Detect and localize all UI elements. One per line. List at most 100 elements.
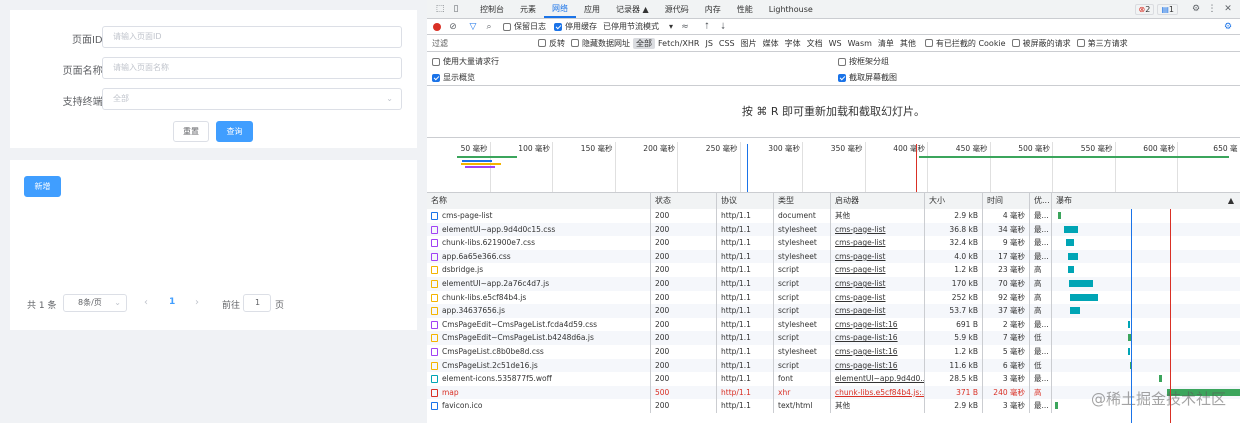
cell-initiator[interactable]: 其他 [831,209,925,223]
page-size-select[interactable]: 8条/页 ⌄ [63,294,127,312]
cell-status: 200 [651,399,717,413]
cell-initiator[interactable]: cms-page-list [831,263,925,277]
blocked-requests-checkbox[interactable]: 被屏蔽的请求 [1011,38,1071,49]
tab-console[interactable]: 控制台 [472,4,512,15]
throttle-select[interactable]: 已停用节流模式 ▾ [603,21,673,32]
device-toolbar-icon[interactable]: ▯ [448,4,464,14]
table-row[interactable]: elementUI~app.2a76c4d7.js 200 http/1.1 scri… [427,277,1240,291]
table-row[interactable]: dsbridge.js 200 http/1.1 script cms-page-lis… [427,263,1240,277]
type-filter-img[interactable]: 图片 [738,38,760,49]
blocked-cookies-checkbox[interactable]: 有已拦截的 Cookie [924,38,1006,49]
group-by-frame-checkbox[interactable]: 按框架分组 [838,56,889,67]
type-filter-manifest[interactable]: 清单 [875,38,897,49]
tab-network[interactable]: 网络 [544,0,576,18]
close-icon[interactable]: ✕ [1220,4,1236,14]
terminal-select[interactable]: 全部 ⌄ [102,88,402,110]
hide-data-urls-checkbox[interactable]: 隐藏数据网址 [571,38,630,49]
record-icon[interactable] [433,22,441,31]
message-count-badge[interactable]: ▤1 [1157,3,1178,15]
col-waterfall[interactable]: 瀑布 ▲ [1052,193,1240,209]
cell-initiator[interactable]: cms-page-list:16 [831,317,925,332]
add-button[interactable]: 新增 [24,176,61,197]
cell-initiator[interactable]: cms-page-list [831,222,925,237]
tab-recorder[interactable]: 记录器 ▲ [608,4,657,15]
waterfall-bar [1128,320,1130,328]
col-type[interactable]: 类型 [774,193,831,209]
type-filter-doc[interactable]: 文档 [804,38,826,49]
tab-sources[interactable]: 源代码 [657,4,697,15]
search-icon[interactable]: ⌕ [481,22,497,32]
table-row[interactable]: CmsPageEdit~CmsPageList.fcda4d59.css 200 h… [427,317,1240,332]
cell-initiator[interactable]: elementUI~app.9d4d0... [831,372,925,386]
cell-initiator[interactable]: cms-page-list [831,277,925,291]
page-id-input[interactable]: 请输入页面ID [102,26,402,48]
col-status[interactable]: 状态 [651,193,717,209]
type-filter-all[interactable]: 全部 [633,37,655,49]
next-page-icon[interactable]: › [195,297,199,308]
col-size[interactable]: 大小 [925,193,983,209]
tab-performance[interactable]: 性能 [729,4,761,15]
type-filter-js[interactable]: JS [702,39,715,48]
gear-icon[interactable]: ⚙ [1188,4,1204,14]
table-row[interactable]: CmsPageList.2c51de16.js 200 http/1.1 script… [427,358,1240,373]
big-rows-checkbox[interactable]: 使用大量请求行 [432,56,499,67]
network-conditions-icon[interactable]: ≈ [677,22,693,32]
cell-initiator[interactable]: cms-page-list [831,236,925,250]
goto-input[interactable]: 1 [243,294,271,312]
import-icon[interactable]: ⭡ [699,22,715,32]
type-filter-other[interactable]: 其他 [897,38,919,49]
table-row[interactable]: cms-page-list 200 http/1.1 document 其他 2.9 kB… [427,209,1240,223]
table-row[interactable]: CmsPageEdit~CmsPageList.b4248d6a.js 200 ht… [427,331,1240,345]
current-page[interactable]: 1 [169,297,175,307]
overview-checkbox[interactable]: 显示概览 [432,72,475,83]
table-row[interactable]: element-icons.535877f5.woff 200 http/1.1 fo… [427,372,1240,386]
cell-initiator[interactable]: 其他 [831,399,925,413]
cell-initiator[interactable]: cms-page-list:16 [831,331,925,345]
type-filter-css[interactable]: CSS [716,39,738,48]
more-icon[interactable]: ⋮ [1204,4,1220,14]
invert-checkbox[interactable]: 反转 [538,38,565,49]
col-name[interactable]: 名称 [427,193,651,209]
cell-initiator[interactable]: cms-page-list [831,290,925,305]
page-name-input[interactable]: 请输入页面名称 [102,57,402,79]
cell-initiator[interactable]: cms-page-list [831,249,925,264]
query-button[interactable]: 查询 [216,121,253,142]
preserve-log-checkbox[interactable]: 保留日志 [503,21,546,32]
disable-cache-checkbox[interactable]: 停用缓存 [554,21,597,32]
col-priority[interactable]: 优... [1030,193,1052,209]
tab-lighthouse[interactable]: Lighthouse [761,5,821,14]
cell-initiator[interactable]: chunk-libs.e5cf84b4.js:... [831,385,925,400]
type-filter-font[interactable]: 字体 [782,38,804,49]
table-row[interactable]: CmsPageList.c8b0be8d.css 200 http/1.1 style… [427,345,1240,359]
table-row[interactable]: app.6a65e366.css 200 http/1.1 stylesheet cms… [427,249,1240,264]
type-filter-ws[interactable]: WS [826,39,845,48]
col-time[interactable]: 时间 [983,193,1030,209]
inspect-icon[interactable]: ⬚ [432,4,448,14]
type-filter-fetch[interactable]: Fetch/XHR [655,39,702,48]
table-row[interactable]: chunk-libs.e5cf84b4.js 200 http/1.1 script c… [427,290,1240,305]
third-party-checkbox[interactable]: 第三方请求 [1076,38,1128,49]
export-icon[interactable]: ⭣ [715,22,731,32]
table-row[interactable]: elementUI~app.9d4d0c15.css 200 http/1.1 sty… [427,222,1240,237]
tab-elements[interactable]: 元素 [512,4,544,15]
tab-application[interactable]: 应用 [576,4,608,15]
type-filter-wasm[interactable]: Wasm [845,39,875,48]
table-row[interactable]: app.34637656.js 200 http/1.1 script cms-page… [427,304,1240,318]
clear-icon[interactable]: ⊘ [445,22,461,32]
tab-memory[interactable]: 内存 [697,4,729,15]
network-settings-icon[interactable]: ⚙ [1220,22,1236,32]
reset-button[interactable]: 重置 [173,121,209,142]
type-filter-media[interactable]: 媒体 [760,38,782,49]
prev-page-icon[interactable]: ‹ [144,297,148,308]
cell-initiator[interactable]: cms-page-list:16 [831,345,925,359]
table-row[interactable]: chunk-libs.621900e7.css 200 http/1.1 styles… [427,236,1240,250]
filter-input[interactable]: 过滤 [432,38,538,49]
col-initiator[interactable]: 启动器 [831,193,925,209]
document-icon [431,212,438,220]
screenshots-checkbox[interactable]: 截取屏幕截图 [838,72,897,83]
error-count-badge[interactable]: ⊗2 [1134,3,1155,15]
col-protocol[interactable]: 协议 [717,193,774,209]
filter-icon[interactable]: ▽ [465,22,481,32]
cell-initiator[interactable]: cms-page-list [831,304,925,318]
cell-initiator[interactable]: cms-page-list:16 [831,358,925,373]
